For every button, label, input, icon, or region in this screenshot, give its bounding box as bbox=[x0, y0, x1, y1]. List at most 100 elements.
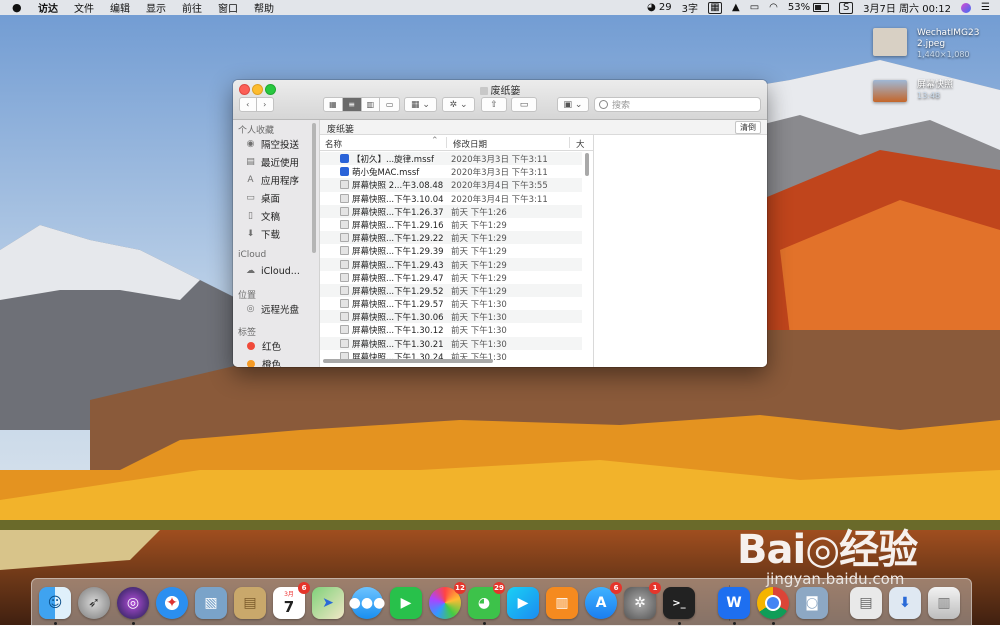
dock-system-preferences[interactable]: ✲ 1 bbox=[624, 582, 661, 619]
file-row[interactable]: 屏幕快照...下午1.29.22 前天 下午1:29 bbox=[320, 231, 582, 245]
dock-books[interactable]: ▥ bbox=[546, 587, 578, 619]
sidebar-item-airdrop[interactable]: ◉ 隔空投送 bbox=[245, 137, 299, 151]
file-row[interactable]: 屏幕快照...下午1.30.06 前天 下午1:30 bbox=[320, 310, 582, 324]
sidebar-item-desktop[interactable]: ▭ 桌面 bbox=[245, 191, 280, 205]
column-divider[interactable] bbox=[446, 137, 447, 148]
dock-app-store[interactable]: A 6 bbox=[585, 582, 622, 619]
dock-calendar[interactable]: 3月 7 6 bbox=[273, 582, 310, 619]
dock-wechat[interactable]: ◕ 29 bbox=[468, 582, 505, 619]
sidebar-item-documents[interactable]: ▯ 文稿 bbox=[245, 209, 280, 223]
quick-action-button[interactable]: ▣ ⌄ bbox=[557, 97, 589, 112]
file-row[interactable]: 屏幕快照...下午1.30.21 前天 下午1:30 bbox=[320, 336, 582, 350]
group-by-button[interactable]: ▦ ⌄ bbox=[404, 97, 437, 112]
dock-preview[interactable]: ▧ bbox=[195, 587, 227, 619]
battery-percent[interactable]: 53% bbox=[788, 2, 810, 13]
wifi-icon[interactable]: ◠ bbox=[769, 2, 778, 13]
forward-button[interactable]: › bbox=[257, 98, 273, 111]
column-header-name[interactable]: 名称 bbox=[325, 138, 342, 150]
dock-video-player[interactable]: ▶ bbox=[507, 587, 539, 619]
dock-safari[interactable]: ✦ bbox=[156, 587, 188, 619]
finder-window: 废纸篓 ‹ › ▦ ≡ ▥ ▭ ▦ ⌄ ✲ ⌄ ⇧ ▭ ▣ ⌄ 搜索 个人收藏 … bbox=[233, 80, 767, 367]
calendar-tray-icon[interactable]: ▦ bbox=[708, 1, 722, 14]
icon-view-button[interactable]: ▦ bbox=[324, 98, 343, 111]
empty-trash-button[interactable]: 清倒 bbox=[735, 121, 761, 134]
dock-siri[interactable]: ◎ bbox=[117, 587, 149, 619]
column-view-button[interactable]: ▥ bbox=[362, 98, 381, 111]
dock-downloads-stack[interactable]: ⬇ bbox=[889, 587, 921, 619]
file-row[interactable]: 屏幕快照 2...午3.08.48 2020年3月4日 下午3:55 bbox=[320, 178, 582, 192]
back-button[interactable]: ‹ bbox=[240, 98, 257, 111]
display-tray-icon[interactable]: ▭ bbox=[750, 2, 759, 13]
desktop-file-thumbnail bbox=[873, 28, 907, 56]
menu-help[interactable]: 帮助 bbox=[254, 0, 274, 15]
column-divider[interactable] bbox=[569, 137, 570, 148]
apple-menu-icon[interactable]: ● bbox=[12, 1, 26, 14]
search-field[interactable]: 搜索 bbox=[594, 97, 761, 112]
file-row[interactable]: 屏幕快照...下午1.29.52 前天 下午1:29 bbox=[320, 283, 582, 298]
input-method-indicator[interactable]: 3字 bbox=[682, 0, 698, 15]
file-row[interactable]: 屏幕快照...下午1.29.39 前天 下午1:29 bbox=[320, 244, 582, 257]
file-modified-date: 2020年3月3日 下午3:11 bbox=[451, 168, 548, 179]
sidebar-item-tag-red[interactable]: 红色 bbox=[245, 339, 281, 353]
list-vertical-scrollbar[interactable] bbox=[585, 153, 589, 176]
menu-app-name[interactable]: 访达 bbox=[38, 0, 58, 15]
wechat-status[interactable]: ◕ 29 bbox=[647, 2, 672, 13]
action-button[interactable]: ✲ ⌄ bbox=[442, 97, 475, 112]
dock-chrome[interactable] bbox=[757, 587, 789, 619]
file-row[interactable]: 萌小兔MAC.mssf 2020年3月3日 下午3:11 bbox=[320, 165, 582, 178]
dock-photos[interactable]: 12 bbox=[429, 582, 466, 619]
column-header-date[interactable]: 修改日期 bbox=[453, 138, 487, 150]
gallery-view-button[interactable]: ▭ bbox=[380, 98, 399, 111]
menu-window[interactable]: 窗口 bbox=[218, 0, 238, 15]
file-row[interactable]: 屏幕快照...下午1.26.37 前天 下午1:26 bbox=[320, 204, 582, 218]
dock-notes-archive[interactable]: ▤ bbox=[234, 587, 266, 619]
input-source-icon[interactable]: S bbox=[839, 1, 854, 14]
dock-terminal[interactable]: >_ bbox=[663, 587, 695, 619]
applications-icon: A bbox=[247, 175, 254, 185]
menu-go[interactable]: 前往 bbox=[182, 0, 202, 15]
dock-facetime[interactable]: ▶ bbox=[390, 587, 422, 619]
sidebar-item-icloud-drive[interactable]: ☁ iCloud... bbox=[245, 264, 300, 278]
sidebar-item-downloads[interactable]: ⬇ 下载 bbox=[245, 227, 280, 241]
sidebar-scrollbar[interactable] bbox=[312, 123, 316, 253]
file-name: 萌小兔MAC.mssf bbox=[352, 168, 420, 179]
dock-maps[interactable]: ➤ bbox=[312, 587, 344, 619]
sidebar-item-remote-disc[interactable]: ◎ 远程光盘 bbox=[245, 302, 299, 316]
list-view-button[interactable]: ≡ bbox=[342, 98, 362, 111]
file-row[interactable]: 屏幕快照...下午3.10.04 2020年3月4日 下午3:11 bbox=[320, 192, 582, 205]
image-file-icon bbox=[340, 206, 349, 216]
sidebar-item-tag-orange[interactable]: 橙色 bbox=[245, 357, 281, 367]
siri-icon: ◎ bbox=[126, 595, 140, 611]
menu-clock[interactable]: 3月7日 周六 00:12 bbox=[863, 0, 951, 15]
dock-launchpad[interactable]: ➶ bbox=[78, 587, 110, 619]
menu-view[interactable]: 显示 bbox=[146, 0, 166, 15]
dock-documents-stack[interactable]: ▤ bbox=[850, 587, 882, 619]
file-row[interactable]: 屏幕快照...下午1.29.57 前天 下午1:30 bbox=[320, 297, 582, 310]
sidebar-item-recents[interactable]: ▤ 最近使用 bbox=[245, 155, 299, 169]
desktop-file-screenshot[interactable]: 屏幕快照 13:48 bbox=[873, 80, 983, 106]
dock-trash[interactable]: ▥ bbox=[928, 587, 960, 619]
dock-finder[interactable]: ☺ bbox=[39, 587, 71, 619]
file-row[interactable]: 屏幕快照...下午1.29.47 前天 下午1:29 bbox=[320, 271, 582, 284]
notification-center-icon[interactable]: ☰ bbox=[981, 2, 990, 13]
file-row[interactable]: 屏幕快照...下午1.30.12 前天 下午1:30 bbox=[320, 323, 582, 336]
dock-image-capture[interactable]: ◙ bbox=[796, 587, 828, 619]
list-horizontal-scrollbar[interactable] bbox=[323, 359, 493, 363]
file-row[interactable]: 屏幕快照...下午1.29.16 前天 下午1:29 bbox=[320, 218, 582, 231]
dock-messages[interactable]: ●●● bbox=[349, 587, 385, 619]
dock-wps[interactable]: W bbox=[718, 587, 750, 619]
file-row[interactable]: 屏幕快照...下午1.29.43 前天 下午1:29 bbox=[320, 257, 582, 271]
column-header-size[interactable]: 大 bbox=[576, 138, 585, 150]
share-button[interactable]: ⇧ bbox=[481, 97, 507, 112]
menu-file[interactable]: 文件 bbox=[74, 0, 94, 15]
file-row[interactable]: 【初久】...旋律.mssf 2020年3月3日 下午3:11 bbox=[320, 152, 582, 166]
menu-edit[interactable]: 编辑 bbox=[110, 0, 130, 15]
sidebar-item-applications[interactable]: A 应用程序 bbox=[245, 173, 299, 187]
siri-icon[interactable] bbox=[961, 2, 972, 13]
edit-tags-button[interactable]: ▭ bbox=[511, 97, 537, 112]
file-modified-date: 前天 下午1:30 bbox=[451, 313, 507, 324]
file-name: 屏幕快照...下午1.29.52 bbox=[352, 286, 444, 297]
menu-extra-icon[interactable]: ▲ bbox=[732, 2, 740, 13]
preview-pane bbox=[594, 135, 767, 367]
desktop-file-wechat-image[interactable]: WechatIMG232.jpeg 1,440×1,080 bbox=[873, 28, 983, 64]
